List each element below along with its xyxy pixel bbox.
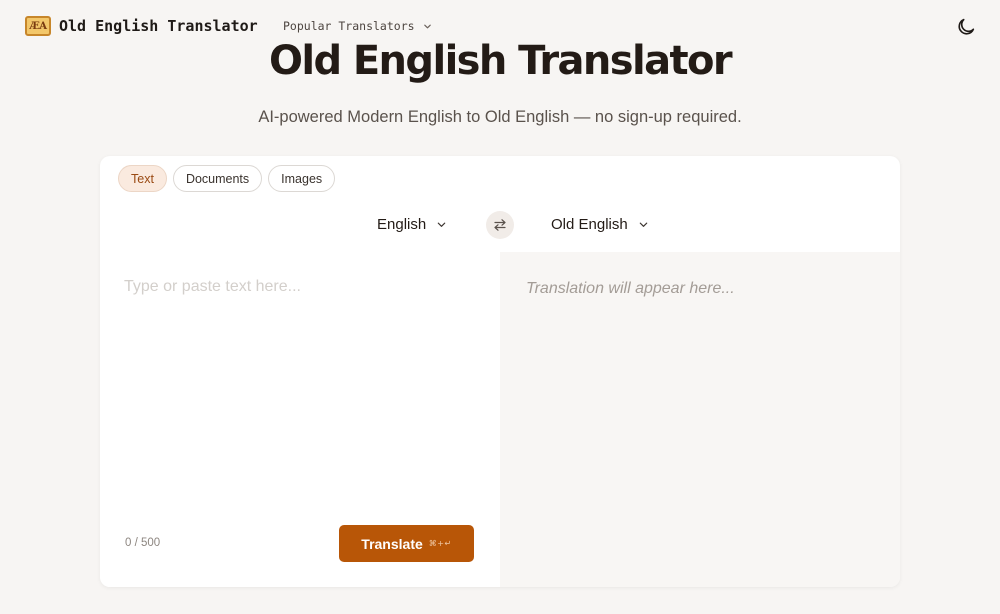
source-pane: 0 / 500 Translate ⌘+↵ [100,252,500,587]
chevron-down-icon [437,222,446,227]
source-language-select[interactable]: English [377,216,447,233]
character-counter: 0 / 500 [125,537,161,549]
translate-button-label: Translate [361,535,423,552]
logo-text: Old English Translator [59,17,258,35]
target-language-select[interactable]: Old English [551,216,649,233]
target-language-label: Old English [551,216,628,233]
popular-translators-label: Popular Translators [283,19,415,33]
moon-icon[interactable] [955,16,977,38]
chevron-down-icon [423,24,431,28]
page-subtitle: AI-powered Modern English to Old English… [258,108,742,126]
mode-tabs: Text Documents Images [118,165,336,192]
translator-card: Text Documents Images English Old Englis… [100,156,900,587]
chevron-down-icon [639,222,648,227]
language-row: English Old English [100,208,900,252]
logo-icon: ÆA [25,16,51,36]
page-title: Old English Translator [268,38,733,84]
translation-output: Translation will appear here... [526,280,735,297]
swap-arrows-icon [494,219,506,231]
keyboard-shortcut-hint: ⌘+↵ [428,539,452,548]
source-text-input[interactable] [124,278,474,508]
popular-translators-menu[interactable]: Popular Translators [283,19,432,33]
swap-languages-button[interactable] [486,211,514,239]
tab-images[interactable]: Images [268,165,336,192]
translate-button[interactable]: Translate ⌘+↵ [339,525,474,562]
output-pane: Translation will appear here... [500,252,900,587]
logo[interactable]: ÆA Old English Translator [25,16,258,36]
source-language-label: English [377,216,427,233]
tab-text[interactable]: Text [118,165,167,192]
tab-documents[interactable]: Documents [172,165,263,192]
